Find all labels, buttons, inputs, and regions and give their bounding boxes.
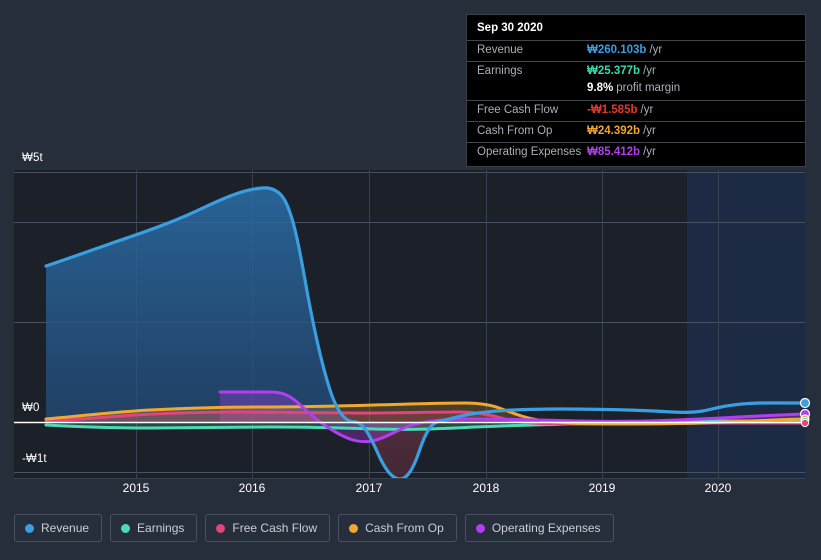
legend-item-cash-from-op[interactable]: Cash From Op [338, 514, 457, 542]
tooltip-row-revenue: Revenue ₩260.103b /yr [467, 40, 805, 61]
chart-tooltip: Sep 30 2020 Revenue ₩260.103b /yr Earnin… [466, 14, 806, 167]
tooltip-value-earnings: ₩25.377b [587, 65, 640, 77]
tooltip-unit-profit-margin: profit margin [616, 82, 680, 94]
tooltip-label-cash-from-op: Cash From Op [477, 125, 587, 137]
tooltip-date: Sep 30 2020 [467, 21, 805, 40]
tooltip-row-cash-from-op: Cash From Op ₩24.392b /yr [467, 121, 805, 142]
tooltip-label-revenue: Revenue [477, 44, 587, 56]
legend-item-revenue[interactable]: Revenue [14, 514, 102, 542]
tooltip-row-earnings: Earnings ₩25.377b /yr [467, 61, 805, 82]
legend-label-cash-from-op: Cash From Op [365, 521, 444, 535]
tooltip-unit-operating-expenses: /yr [643, 146, 656, 158]
y-axis-tick-5t: ₩5t [22, 152, 43, 164]
y-axis-tick-0: ₩0 [22, 402, 39, 414]
legend-dot-operating-expenses-icon [476, 524, 485, 533]
tooltip-value-profit-margin: 9.8% [587, 82, 613, 94]
endpoint-free-cash-flow [801, 419, 808, 426]
tooltip-value-cash-from-op: ₩24.392b [587, 125, 640, 137]
x-axis-tick-2017: 2017 [356, 481, 383, 495]
tooltip-label-earnings: Earnings [477, 65, 587, 77]
y-axis-tick-minus-1t: -₩1t [22, 453, 47, 465]
legend-item-free-cash-flow[interactable]: Free Cash Flow [205, 514, 330, 542]
highlight-band [687, 170, 805, 478]
legend-item-earnings[interactable]: Earnings [110, 514, 197, 542]
legend-label-free-cash-flow: Free Cash Flow [232, 521, 317, 535]
x-axis-tick-2016: 2016 [239, 481, 266, 495]
tooltip-row-profit-margin: 9.8% profit margin [467, 82, 805, 100]
tooltip-unit-earnings: /yr [643, 65, 656, 77]
tooltip-unit-revenue: /yr [649, 44, 662, 56]
tooltip-unit-free-cash-flow: /yr [641, 104, 654, 116]
tooltip-row-free-cash-flow: Free Cash Flow -₩1.585b /yr [467, 100, 805, 121]
endpoint-revenue [801, 399, 810, 408]
legend-dot-revenue-icon [25, 524, 34, 533]
legend-dot-free-cash-flow-icon [216, 524, 225, 533]
tooltip-label-free-cash-flow: Free Cash Flow [477, 104, 587, 116]
x-axis-tick-2020: 2020 [705, 481, 732, 495]
chart-legend: Revenue Earnings Free Cash Flow Cash Fro… [14, 514, 614, 542]
series-endpoint-markers [801, 399, 810, 427]
legend-label-revenue: Revenue [41, 521, 89, 535]
tooltip-label-operating-expenses: Operating Expenses [477, 146, 587, 158]
x-axis-tick-2018: 2018 [473, 481, 500, 495]
tooltip-unit-cash-from-op: /yr [643, 125, 656, 137]
x-axis-tick-2019: 2019 [589, 481, 616, 495]
tooltip-row-operating-expenses: Operating Expenses ₩85.412b /yr [467, 142, 805, 163]
legend-label-earnings: Earnings [137, 521, 184, 535]
tooltip-value-operating-expenses: ₩85.412b [587, 146, 640, 158]
legend-dot-earnings-icon [121, 524, 130, 533]
legend-item-operating-expenses[interactable]: Operating Expenses [465, 514, 614, 542]
legend-dot-cash-from-op-icon [349, 524, 358, 533]
legend-label-operating-expenses: Operating Expenses [492, 521, 601, 535]
tooltip-value-free-cash-flow: -₩1.585b [587, 104, 638, 116]
x-axis-tick-2015: 2015 [123, 481, 150, 495]
tooltip-value-revenue: ₩260.103b [587, 44, 646, 56]
